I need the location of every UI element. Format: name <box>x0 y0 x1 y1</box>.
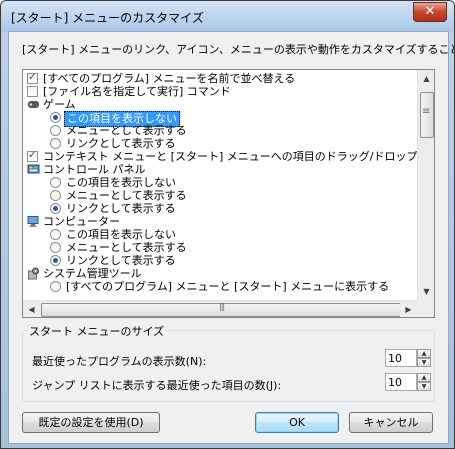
option-radio[interactable] <box>50 190 61 201</box>
option-radio[interactable] <box>50 125 61 136</box>
option-label: コンピューター <box>43 215 120 228</box>
option-row[interactable]: [すべてのプログラム] メニューと [スタート] メニューに表示する <box>23 280 417 294</box>
option-label: [すべてのプログラム] メニューと [スタート] メニューに表示する <box>66 280 390 293</box>
option-checkbox[interactable] <box>27 149 38 163</box>
option-checkbox[interactable] <box>27 86 38 97</box>
option-label: システム管理ツール <box>43 267 142 280</box>
scroll-down-icon[interactable]: ▼ <box>418 283 434 300</box>
spin-down-icon[interactable]: ▼ <box>417 382 431 391</box>
admin-tools-icon <box>27 267 40 280</box>
option-radio[interactable] <box>50 255 61 266</box>
options-list[interactable]: [すべてのプログラム] メニューを名前で並べ替える[ファイル名を指定して実行] … <box>22 69 435 318</box>
spin-down-icon[interactable]: ▼ <box>417 358 431 367</box>
control-panel-icon <box>27 163 40 176</box>
option-row[interactable]: この項目を表示しない <box>23 111 417 127</box>
option-label: ゲーム <box>43 98 76 111</box>
option-group-header: コントロール パネル <box>23 163 417 177</box>
option-group-header: コンピューター <box>23 215 417 229</box>
jump-list-stepper[interactable]: 10 <box>385 373 417 391</box>
option-label: コンテキスト メニューと [スタート] メニューへの項目のドラッグ/ドロップを有… <box>43 150 434 163</box>
spin-up-icon[interactable]: ▲ <box>417 373 431 382</box>
option-radio[interactable] <box>50 177 61 188</box>
option-label: リンクとして表示する <box>66 254 176 267</box>
option-label: この項目を表示しない <box>66 228 176 241</box>
ok-button[interactable]: OK <box>255 412 339 433</box>
jump-list-value: 10 <box>388 376 402 389</box>
jump-list-spin-buttons[interactable]: ▲ ▼ <box>417 373 431 391</box>
jump-list-label: ジャンプ リストに表示する最近使った項目の数(J): <box>32 379 282 392</box>
option-group-header: システム管理ツール <box>23 267 417 281</box>
option-row[interactable]: [すべてのプログラム] メニューを名前で並べ替える <box>23 71 417 86</box>
recent-programs-spin-buttons[interactable]: ▲ ▼ <box>417 349 431 367</box>
close-icon: ✕ <box>424 4 436 19</box>
dialog-description: [スタート] メニューのリンク、アイコン、メニューの表示や動作をカスタマイズする… <box>22 43 454 56</box>
option-radio[interactable] <box>50 203 61 214</box>
option-label: この項目を表示しない <box>66 176 176 189</box>
option-label: [ファイル名を指定して実行] コマンド <box>43 85 231 98</box>
recent-programs-value: 10 <box>388 352 402 365</box>
computer-icon <box>27 215 40 228</box>
recent-programs-label: 最近使ったプログラムの表示数(N): <box>32 355 207 368</box>
option-row[interactable]: リンクとして表示する <box>23 137 417 151</box>
option-label: メニューとして表示する <box>66 124 187 137</box>
horizontal-scroll-thumb[interactable] <box>41 302 411 317</box>
vertical-scroll-thumb[interactable] <box>420 92 434 138</box>
customize-start-menu-dialog: [スタート] メニューのカスタマイズ ✕ [スタート] メニューのリンク、アイコ… <box>0 0 455 449</box>
close-button[interactable]: ✕ <box>413 2 447 22</box>
spin-up-icon[interactable]: ▲ <box>417 349 431 358</box>
option-group-header: ゲーム <box>23 98 417 112</box>
option-radio[interactable] <box>50 281 61 292</box>
recent-programs-stepper[interactable]: 10 <box>385 349 417 367</box>
option-radio[interactable] <box>50 112 61 123</box>
option-label: リンクとして表示する <box>66 202 176 215</box>
games-icon <box>27 98 40 111</box>
vertical-scrollbar[interactable]: ▲ ▼ <box>417 70 434 300</box>
option-label: メニューとして表示する <box>66 189 187 202</box>
option-radio[interactable] <box>50 242 61 253</box>
scroll-left-icon[interactable]: ◀ <box>23 301 40 317</box>
option-checkbox[interactable] <box>27 71 38 85</box>
start-menu-size-title: スタート メニューのサイズ <box>27 323 167 339</box>
window-title: [スタート] メニューのカスタマイズ <box>11 11 204 25</box>
horizontal-scrollbar[interactable]: ◀ ▶ <box>23 300 417 317</box>
title-bar[interactable]: [スタート] メニューのカスタマイズ ✕ <box>1 1 454 32</box>
option-label: [すべてのプログラム] メニューを名前で並べ替える <box>43 72 296 85</box>
option-row[interactable]: コンテキスト メニューと [スタート] メニューへの項目のドラッグ/ドロップを有… <box>23 149 434 164</box>
scroll-up-icon[interactable]: ▲ <box>418 70 434 87</box>
option-row[interactable]: [ファイル名を指定して実行] コマンド <box>23 85 417 99</box>
option-row[interactable]: メニューとして表示する <box>23 124 417 138</box>
cancel-button[interactable]: キャンセル <box>349 412 433 433</box>
option-row[interactable]: この項目を表示しない <box>23 176 417 190</box>
option-row[interactable]: リンクとして表示する <box>23 202 417 216</box>
option-row[interactable]: メニューとして表示する <box>23 189 417 203</box>
option-radio[interactable] <box>50 229 61 240</box>
option-label: リンクとして表示する <box>66 137 176 150</box>
dialog-body: [スタート] メニューのリンク、アイコン、メニューの表示や動作をカスタマイズする… <box>8 31 454 444</box>
scrollbar-corner <box>417 300 434 317</box>
option-row[interactable]: メニューとして表示する <box>23 241 417 255</box>
option-radio[interactable] <box>50 138 61 149</box>
option-row[interactable]: リンクとして表示する <box>23 254 417 268</box>
option-label: メニューとして表示する <box>66 241 187 254</box>
use-default-settings-button[interactable]: 既定の設定を使用(D) <box>22 412 160 433</box>
option-row[interactable]: この項目を表示しない <box>23 228 417 242</box>
scroll-right-icon[interactable]: ▶ <box>400 301 417 317</box>
option-label: コントロール パネル <box>43 163 146 176</box>
